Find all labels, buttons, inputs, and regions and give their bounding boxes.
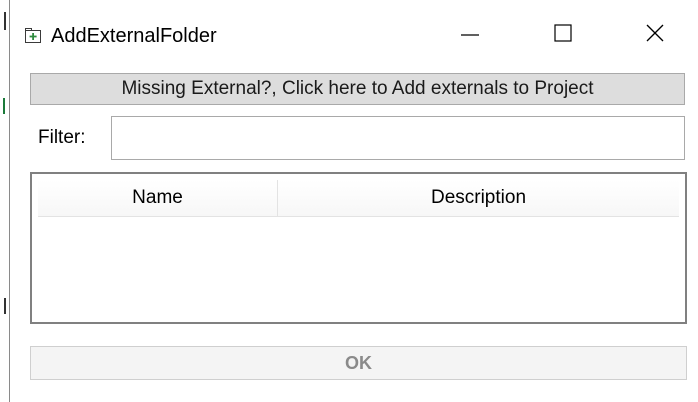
filter-input[interactable] [111, 116, 685, 160]
background-mark [4, 298, 6, 314]
list-header: Name Description [38, 180, 679, 217]
minimize-icon [460, 23, 480, 48]
background-mark [3, 98, 5, 114]
close-icon [645, 23, 665, 48]
add-externals-button[interactable]: Missing External?, Click here to Add ext… [30, 73, 685, 105]
maximize-icon [553, 23, 573, 48]
dialog-window: AddExternalFolder Missing External?, Cli… [9, 0, 698, 402]
minimize-button[interactable] [447, 12, 493, 58]
filter-label: Filter: [38, 127, 86, 148]
externals-list[interactable]: Name Description [30, 172, 687, 324]
maximize-button[interactable] [540, 12, 586, 58]
ok-button[interactable]: OK [30, 346, 687, 380]
folder-plus-icon [25, 28, 41, 44]
close-button[interactable] [632, 12, 678, 58]
title-bar[interactable]: AddExternalFolder [10, 0, 698, 70]
background-mark [4, 12, 6, 30]
column-header-description[interactable]: Description [278, 180, 679, 216]
column-header-name[interactable]: Name [38, 180, 278, 216]
window-title: AddExternalFolder [51, 25, 217, 47]
background-window-edge [0, 0, 9, 402]
